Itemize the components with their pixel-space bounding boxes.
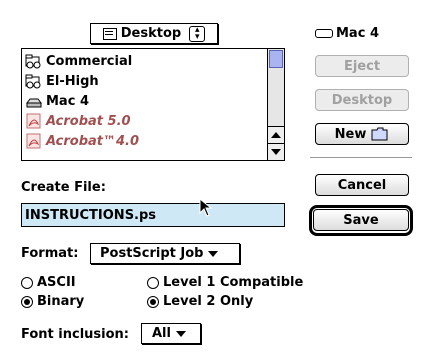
list-item-label: Acrobat 5.0	[46, 113, 131, 129]
new-label: New	[334, 126, 367, 142]
binary-radio[interactable]	[21, 296, 33, 308]
binary-label: Binary	[37, 294, 85, 309]
level2-label: Level 2 Only	[163, 294, 254, 309]
font-inclusion-popup[interactable]: All	[141, 323, 201, 344]
list-item-label: Commercial	[46, 53, 133, 69]
ascii-radio[interactable]	[21, 277, 33, 289]
desktop-label: Desktop	[331, 92, 393, 108]
cancel-label: Cancel	[337, 177, 387, 193]
eject-label: Eject	[343, 58, 381, 74]
filename-input[interactable]: INSTRUCTIONS.ps	[21, 203, 285, 227]
cancel-button[interactable]: Cancel	[315, 174, 409, 196]
list-item-label: Mac 4	[46, 93, 89, 109]
vertical-scrollbar[interactable]	[267, 49, 284, 160]
up-arrow-icon	[271, 132, 281, 138]
list-item-label: Acrobat™4.0	[46, 133, 140, 149]
dropdown-arrow-icon	[175, 330, 186, 337]
format-popup[interactable]: PostScript Job	[90, 243, 240, 264]
level1-radio[interactable]	[147, 277, 159, 289]
font-inclusion-value: All	[152, 326, 171, 341]
down-arrow-icon	[271, 149, 281, 155]
format-label: Format:	[21, 246, 79, 261]
format-value: PostScript Job	[100, 246, 204, 261]
create-file-label: Create File:	[21, 180, 106, 195]
dropdown-arrow-icon	[208, 250, 219, 257]
acrobat-icon	[25, 133, 43, 149]
list-item[interactable]: Mac 4	[22, 91, 266, 111]
new-folder-icon	[371, 127, 388, 141]
scroll-up-arrow[interactable]	[268, 126, 284, 143]
volume-label: Mac 4	[336, 26, 379, 41]
mouse-pointer-icon	[199, 198, 213, 217]
list-item[interactable]: Acrobat 5.0	[22, 111, 266, 131]
hard-disk-icon	[25, 93, 43, 109]
level2-radio[interactable]	[147, 296, 159, 308]
location-popup[interactable]: Desktop ▴ ▾	[90, 23, 218, 44]
acrobat-icon	[25, 113, 43, 129]
desktop-icon	[102, 27, 117, 40]
location-label: Desktop	[120, 26, 182, 41]
save-label: Save	[343, 212, 379, 228]
save-button[interactable]: Save	[313, 209, 409, 231]
desktop-button[interactable]: Desktop	[315, 89, 409, 111]
eject-button[interactable]: Eject	[315, 55, 409, 77]
volume-indicator: Mac 4	[315, 26, 379, 41]
file-list[interactable]: Commercial El-High Mac 4 Acrobat 5.0 Acr…	[21, 48, 285, 161]
divider	[310, 157, 412, 158]
scroll-thumb[interactable]	[269, 50, 283, 68]
updown-arrows-icon: ▴ ▾	[189, 25, 206, 42]
level1-label: Level 1 Compatible	[163, 275, 304, 290]
new-folder-button[interactable]: New	[315, 123, 409, 145]
shared-folder-icon	[25, 53, 43, 69]
ascii-label: ASCII	[37, 275, 76, 290]
font-inclusion-label: Font inclusion:	[21, 327, 129, 342]
list-item[interactable]: Commercial	[22, 51, 266, 71]
filename-value: INSTRUCTIONS.ps	[25, 207, 157, 223]
list-item-label: El-High	[46, 73, 99, 89]
scroll-down-arrow[interactable]	[268, 143, 284, 160]
list-item[interactable]: El-High	[22, 71, 266, 91]
list-item[interactable]: Acrobat™4.0	[22, 131, 266, 151]
drive-icon	[315, 29, 333, 38]
shared-folder-icon	[25, 73, 43, 89]
